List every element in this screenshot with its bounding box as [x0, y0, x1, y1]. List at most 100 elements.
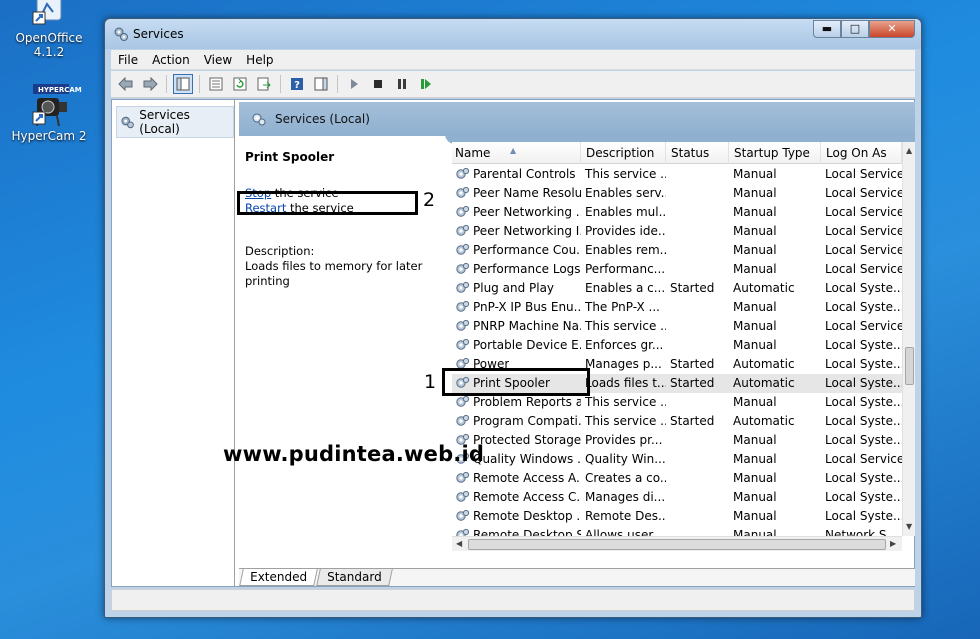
scroll-right-icon[interactable]: ▶ — [890, 539, 896, 548]
cell-log-on-as: Local Syste... — [825, 433, 902, 447]
table-row[interactable]: Parental Controls This service ... Manual L… — [452, 165, 902, 184]
scroll-down-icon[interactable]: ▼ — [906, 522, 912, 531]
table-row[interactable]: Protected Storage Provides pr... Manual Loc… — [452, 431, 902, 450]
menu-action[interactable]: Action — [145, 53, 197, 67]
title-bar[interactable]: Services ▬ □ ✕ — [105, 19, 921, 49]
table-row[interactable]: Remote Access A... Creates a co... Manual L… — [452, 469, 902, 488]
openoffice-icon — [31, 0, 67, 28]
window-title: Services — [133, 27, 184, 41]
cell-name-text: Peer Networking ... — [473, 205, 581, 219]
refresh-icon — [233, 77, 247, 91]
window-controls: ▬ □ ✕ — [813, 20, 915, 38]
cell-description: This service ... — [585, 167, 666, 181]
svg-text:?: ? — [294, 80, 300, 91]
cell-name: Performance Cou... — [452, 241, 581, 260]
column-header-status[interactable]: Status — [666, 142, 729, 164]
table-row[interactable]: Remote Desktop ... Remote Des... Manual Loc… — [452, 507, 902, 526]
column-header-log-on-as[interactable]: Log On As — [821, 142, 902, 164]
cell-startup-type: Manual — [733, 528, 777, 536]
cell-status — [666, 336, 729, 355]
cell-description: Performanc... — [585, 262, 666, 276]
show-hide-action-pane-button[interactable] — [311, 74, 331, 94]
table-row[interactable]: Quality Windows ... Quality Win... Manual L… — [452, 450, 902, 469]
table-row[interactable]: Performance Logs... Performanc... Manual Lo… — [452, 260, 902, 279]
view-tabs: Extended Standard — [239, 568, 915, 586]
cell-log-on-as: Local Service — [825, 262, 902, 276]
tree-item-services-local[interactable]: Services (Local) — [116, 106, 234, 138]
callout-number-1: 1 — [424, 371, 437, 393]
column-header-startup-type[interactable]: Startup Type — [729, 142, 821, 164]
cell-log-on-as: Local Service — [825, 167, 902, 181]
vertical-scrollbar[interactable]: ▲ ▼ — [902, 142, 915, 536]
cell-name-text: Program Compati... — [473, 414, 581, 428]
forward-button[interactable] — [140, 74, 160, 94]
cell-startup-type: Automatic — [733, 414, 795, 428]
table-row[interactable]: Peer Networking I... Provides ide... Manua… — [452, 222, 902, 241]
pause-service-button[interactable] — [392, 74, 412, 94]
scroll-up-icon[interactable]: ▲ — [906, 146, 912, 155]
column-header-description[interactable]: Description — [581, 142, 666, 164]
menu-help[interactable]: Help — [239, 53, 280, 67]
cell-status — [666, 469, 729, 488]
help-button[interactable]: ? — [287, 74, 307, 94]
cell-name: Peer Networking I... — [452, 222, 581, 241]
service-gear-icon — [456, 338, 470, 350]
cell-status — [666, 488, 729, 507]
cell-status — [666, 507, 729, 526]
desktop-icon-hypercam[interactable]: HYPERCAM HyperCam 2 — [4, 84, 94, 143]
results-pane: Services (Local) Print Spooler Stop the … — [239, 102, 915, 586]
table-row[interactable]: Remote Access C... Manages di... Manual Loc… — [452, 488, 902, 507]
restart-icon — [421, 79, 431, 89]
vertical-scroll-thumb[interactable] — [905, 347, 914, 385]
desktop-icon-label: 4.1.2 — [33, 45, 65, 59]
toolbar: ? — [111, 71, 915, 98]
horizontal-scroll-thumb[interactable] — [468, 539, 886, 550]
cell-name: PnP-X IP Bus Enu... — [452, 298, 581, 317]
table-row[interactable]: PnP-X IP Bus Enu... The PnP-X ... Manual Lo… — [452, 298, 902, 317]
tab-extended[interactable]: Extended — [239, 569, 318, 586]
tab-standard[interactable]: Standard — [316, 569, 393, 586]
cell-name: Peer Name Resolu... — [452, 184, 581, 203]
cell-log-on-as: Local Service — [825, 224, 902, 238]
minimize-button[interactable]: ▬ — [813, 20, 841, 38]
maximize-button[interactable]: □ — [841, 20, 869, 38]
back-button[interactable] — [116, 74, 136, 94]
menu-file[interactable]: File — [111, 53, 145, 67]
desktop-icon-label: HyperCam 2 — [11, 129, 87, 143]
selected-service-name: Print Spooler — [245, 150, 335, 164]
cell-startup-type: Manual — [733, 205, 777, 219]
table-row[interactable]: Performance Cou... Enables rem... Manual Lo… — [452, 241, 902, 260]
services-gear-icon — [252, 113, 266, 126]
table-row[interactable]: PNRP Machine Na... This service ... Manual… — [452, 317, 902, 336]
cell-name: Program Compati... — [452, 412, 581, 431]
start-service-button[interactable] — [344, 74, 364, 94]
desktop-icon-label: OpenOffice — [15, 31, 83, 45]
cell-log-on-as: Local Syste... — [825, 300, 902, 314]
column-header-name[interactable]: ▲ Name — [452, 142, 581, 164]
table-row[interactable]: Plug and Play Enables a c... Started Automa… — [452, 279, 902, 298]
service-gear-icon — [456, 395, 470, 407]
cell-description: This service ... — [585, 414, 666, 428]
table-row[interactable]: Portable Device E... Enforces gr... Manual… — [452, 336, 902, 355]
menu-view[interactable]: View — [197, 53, 239, 67]
console-tree-icon — [176, 77, 190, 91]
properties-list-button[interactable] — [206, 74, 226, 94]
desktop-icon-openoffice[interactable]: OpenOffice 4.1.2 — [4, 0, 94, 59]
cell-description: Allows user... — [585, 528, 664, 536]
scroll-left-icon[interactable]: ◀ — [456, 539, 462, 548]
table-row[interactable]: Program Compati... This service ... Starte… — [452, 412, 902, 431]
close-button[interactable]: ✕ — [869, 20, 915, 38]
cell-log-on-as: Local Syste... — [825, 338, 902, 352]
stop-service-button[interactable] — [368, 74, 388, 94]
table-row[interactable]: Peer Name Resolu... Enables serv... Manual… — [452, 184, 902, 203]
cell-log-on-as: Local Syste... — [825, 376, 902, 390]
cell-description: Enables serv... — [585, 186, 666, 200]
export-list-button[interactable] — [254, 74, 274, 94]
table-row[interactable]: Remote Desktop S... Allows user... Manual N… — [452, 526, 902, 536]
horizontal-scrollbar[interactable]: ◀ ▶ — [452, 536, 902, 551]
table-row[interactable]: Peer Networking ... Enables mul... Manual L… — [452, 203, 902, 222]
tab-label: Extended — [250, 570, 308, 584]
show-hide-console-tree-button[interactable] — [173, 74, 193, 94]
restart-service-button[interactable] — [416, 74, 436, 94]
refresh-button[interactable] — [230, 74, 250, 94]
